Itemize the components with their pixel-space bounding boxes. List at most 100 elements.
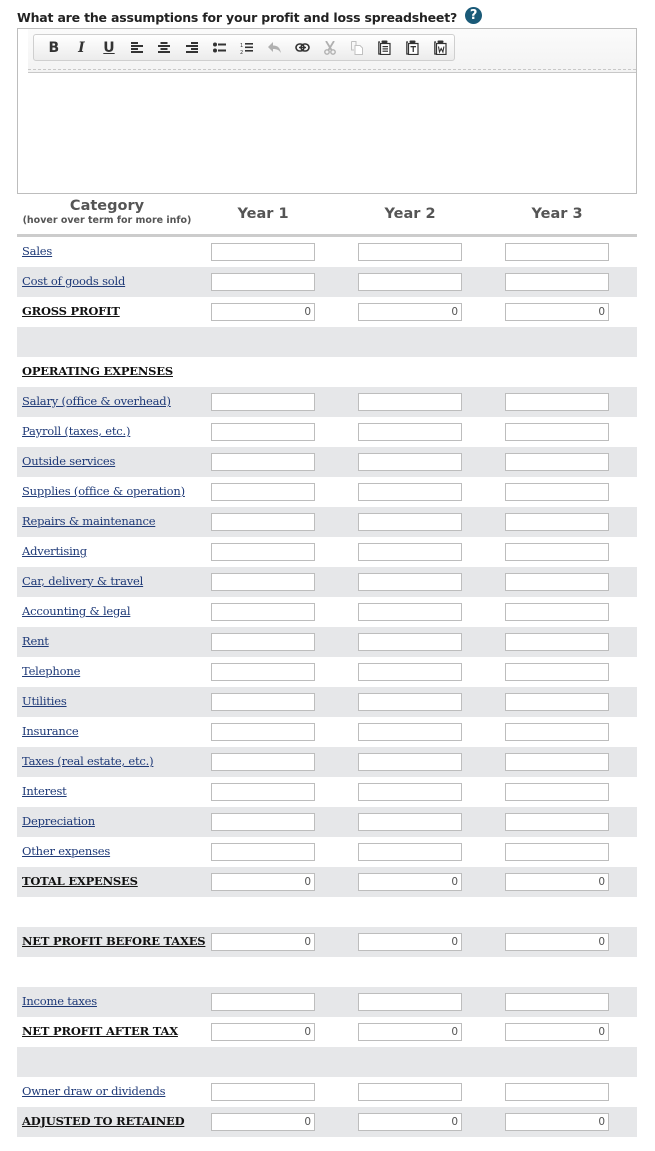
category-term-link[interactable]: Salary (office & overhead)	[22, 394, 171, 408]
year-2-input[interactable]	[358, 783, 462, 801]
year-3-total-field[interactable]	[505, 1113, 609, 1131]
category-term-link[interactable]: Telephone	[22, 664, 80, 678]
year-1-input[interactable]	[211, 753, 315, 771]
year-2-input[interactable]	[358, 813, 462, 831]
year-3-input[interactable]	[505, 243, 609, 261]
align-right-button[interactable]	[178, 36, 206, 60]
year-3-input[interactable]	[505, 273, 609, 291]
year-2-input[interactable]	[358, 843, 462, 861]
year-2-total-field[interactable]	[358, 873, 462, 891]
year-2-input[interactable]	[358, 393, 462, 411]
year-1-input[interactable]	[211, 243, 315, 261]
bulleted-list-button[interactable]	[206, 36, 234, 60]
category-term-link[interactable]: Outside services	[22, 454, 115, 468]
category-term-link[interactable]: Interest	[22, 784, 67, 798]
year-1-total-field[interactable]	[211, 873, 315, 891]
year-1-input[interactable]	[211, 783, 315, 801]
category-term-link[interactable]: Car, delivery & travel	[22, 574, 143, 588]
category-term-link[interactable]: Cost of goods sold	[22, 274, 125, 288]
year-1-input[interactable]	[211, 603, 315, 621]
year-3-input[interactable]	[505, 573, 609, 591]
year-3-total-field[interactable]	[505, 933, 609, 951]
category-term-link[interactable]: Owner draw or dividends	[22, 1084, 166, 1098]
year-1-input[interactable]	[211, 813, 315, 831]
year-2-input[interactable]	[358, 753, 462, 771]
year-1-total-field[interactable]	[211, 933, 315, 951]
editor-content-area[interactable]	[18, 74, 636, 193]
category-term-link[interactable]: Income taxes	[22, 994, 97, 1008]
category-term-link[interactable]: Payroll (taxes, etc.)	[22, 424, 130, 438]
year-3-input[interactable]	[505, 423, 609, 441]
year-1-total-field[interactable]	[211, 1023, 315, 1041]
year-2-input[interactable]	[358, 573, 462, 591]
year-2-input[interactable]	[358, 243, 462, 261]
category-term-link[interactable]: Depreciation	[22, 814, 95, 828]
italic-button[interactable]: I	[68, 36, 96, 60]
align-left-button[interactable]	[123, 36, 151, 60]
year-3-input[interactable]	[505, 633, 609, 651]
year-1-input[interactable]	[211, 543, 315, 561]
year-1-input[interactable]	[211, 663, 315, 681]
year-2-total-field[interactable]	[358, 1023, 462, 1041]
year-1-input[interactable]	[211, 393, 315, 411]
paste-button[interactable]	[371, 36, 399, 60]
year-3-input[interactable]	[505, 663, 609, 681]
year-2-input[interactable]	[358, 723, 462, 741]
year-2-total-field[interactable]	[358, 933, 462, 951]
year-1-input[interactable]	[211, 273, 315, 291]
year-2-input[interactable]	[358, 453, 462, 471]
year-3-input[interactable]	[505, 453, 609, 471]
year-1-input[interactable]	[211, 453, 315, 471]
year-3-input[interactable]	[505, 813, 609, 831]
numbered-list-button[interactable]: 12	[233, 36, 261, 60]
year-2-total-field[interactable]	[358, 1113, 462, 1131]
cut-button[interactable]	[316, 36, 344, 60]
year-1-total-field[interactable]	[211, 1113, 315, 1131]
year-1-total-field[interactable]	[211, 303, 315, 321]
bold-button[interactable]: B	[40, 36, 68, 60]
category-term-link[interactable]: Accounting & legal	[22, 604, 131, 618]
year-1-input[interactable]	[211, 513, 315, 531]
year-2-input[interactable]	[358, 1083, 462, 1101]
year-2-input[interactable]	[358, 693, 462, 711]
year-2-total-field[interactable]	[358, 303, 462, 321]
copy-button[interactable]	[344, 36, 372, 60]
year-3-input[interactable]	[505, 843, 609, 861]
year-2-input[interactable]	[358, 993, 462, 1011]
year-1-input[interactable]	[211, 483, 315, 501]
category-term-link[interactable]: Sales	[22, 244, 52, 258]
year-3-input[interactable]	[505, 513, 609, 531]
year-1-input[interactable]	[211, 633, 315, 651]
year-3-input[interactable]	[505, 693, 609, 711]
year-2-input[interactable]	[358, 543, 462, 561]
year-3-input[interactable]	[505, 603, 609, 621]
year-3-input[interactable]	[505, 543, 609, 561]
year-2-input[interactable]	[358, 663, 462, 681]
year-1-input[interactable]	[211, 573, 315, 591]
paste-from-word-button[interactable]	[426, 36, 454, 60]
year-1-input[interactable]	[211, 693, 315, 711]
year-3-input[interactable]	[505, 783, 609, 801]
align-center-button[interactable]	[150, 36, 178, 60]
year-2-input[interactable]	[358, 423, 462, 441]
category-term-link[interactable]: Supplies (office & operation)	[22, 484, 185, 498]
category-term-link[interactable]: Utilities	[22, 694, 67, 708]
category-term-link[interactable]: Taxes (real estate, etc.)	[22, 754, 154, 768]
category-term-link[interactable]: Advertising	[22, 544, 87, 558]
year-3-input[interactable]	[505, 753, 609, 771]
year-1-input[interactable]	[211, 1083, 315, 1101]
year-2-input[interactable]	[358, 513, 462, 531]
category-term-link[interactable]: Rent	[22, 634, 49, 648]
year-3-input[interactable]	[505, 393, 609, 411]
undo-button[interactable]	[261, 36, 289, 60]
underline-button[interactable]: U	[95, 36, 123, 60]
year-3-input[interactable]	[505, 723, 609, 741]
year-2-input[interactable]	[358, 273, 462, 291]
year-3-total-field[interactable]	[505, 303, 609, 321]
year-1-input[interactable]	[211, 993, 315, 1011]
category-term-link[interactable]: Other expenses	[22, 844, 110, 858]
year-3-input[interactable]	[505, 993, 609, 1011]
category-term-link[interactable]: Insurance	[22, 724, 79, 738]
year-2-input[interactable]	[358, 633, 462, 651]
question-circle-icon[interactable]: ?	[465, 7, 483, 24]
